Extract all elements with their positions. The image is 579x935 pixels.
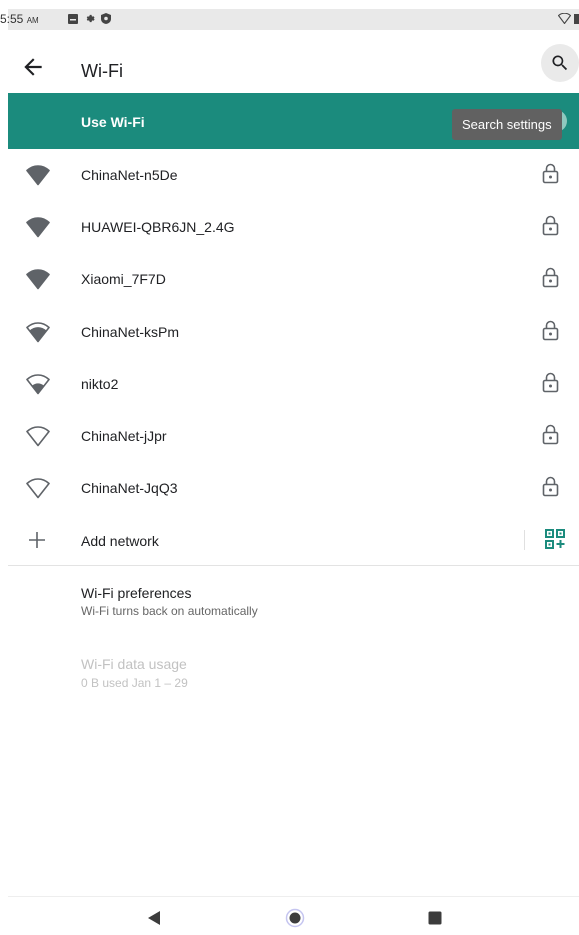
- wifi-signal-1-icon: [26, 426, 50, 447]
- network-name: ChinaNet-jJpr: [81, 427, 167, 444]
- network-row[interactable]: ChinaNet-jJpr: [8, 410, 579, 462]
- wifi-signal-1-icon: [26, 478, 50, 499]
- network-name: Xiaomi_7F7D: [81, 271, 166, 288]
- gear-icon: [86, 14, 95, 23]
- nav-home-icon[interactable]: [285, 908, 305, 928]
- network-row[interactable]: nikto2: [8, 358, 579, 410]
- network-list: ChinaNet-n5De HUAWEI-QBR6JN_2.4G Xiaomi_7F…: [8, 149, 579, 514]
- wifi-signal-2-icon: [26, 373, 50, 395]
- network-name: HUAWEI-QBR6JN_2.4G: [81, 219, 235, 236]
- status-right-icons: [558, 13, 579, 24]
- network-row[interactable]: ChinaNet-JqQ3: [8, 462, 579, 514]
- status-time: 5:55 AM: [0, 12, 39, 26]
- use-wifi-toggle-row[interactable]: Use Wi-Fi Search settings: [8, 93, 579, 149]
- network-name: ChinaNet-JqQ3: [81, 480, 178, 497]
- app-bar: Wi-Fi: [8, 30, 579, 102]
- wifi-preferences-item[interactable]: Wi-Fi preferences Wi-Fi turns back on au…: [81, 585, 531, 618]
- network-name: ChinaNet-n5De: [81, 167, 178, 183]
- qr-code-scanner-icon[interactable]: [545, 529, 565, 549]
- page-title: Wi-Fi: [81, 61, 123, 81]
- wifi-data-usage-subtitle: 0 B used Jan 1 – 29: [81, 676, 188, 690]
- add-network-label: Add network: [81, 533, 159, 549]
- battery-icon: [574, 13, 579, 24]
- network-row[interactable]: HUAWEI-QBR6JN_2.4G: [8, 201, 579, 253]
- wifi-data-usage-title: Wi-Fi data usage: [81, 656, 187, 672]
- network-row[interactable]: Xiaomi_7F7D: [8, 253, 579, 305]
- section-divider: [8, 565, 579, 566]
- divider: [524, 530, 525, 550]
- status-bar: 5:55 AM: [0, 9, 579, 30]
- search-icon: [552, 55, 568, 71]
- search-button[interactable]: [541, 44, 579, 82]
- wifi-preferences-title: Wi-Fi preferences: [81, 585, 192, 601]
- use-wifi-label: Use Wi-Fi: [81, 114, 145, 130]
- wifi-signal-4-icon: [26, 165, 50, 186]
- nav-back-icon[interactable]: [147, 910, 161, 926]
- wifi-signal-3-icon: [26, 321, 50, 342]
- lock-icon: [542, 372, 559, 393]
- lock-icon: [542, 215, 559, 236]
- shield-icon: [101, 13, 111, 24]
- add-network-row[interactable]: Add network: [8, 514, 579, 566]
- nav-recents-icon[interactable]: [428, 911, 442, 925]
- network-row[interactable]: ChinaNet-n5De: [8, 149, 579, 201]
- wifi-preferences-subtitle: Wi-Fi turns back on automatically: [81, 604, 258, 618]
- lock-icon: [542, 320, 559, 340]
- wifi-settings-screen: 5:55 AM Wi-Fi Use Wi-Fi Search settings …: [0, 9, 579, 935]
- arrow-back-icon[interactable]: [20, 54, 46, 80]
- status-icons: [68, 13, 111, 24]
- plus-icon: [29, 532, 45, 548]
- wifi-signal-4-icon: [26, 269, 50, 290]
- lock-icon: [542, 476, 559, 497]
- wifi-signal-4-icon: [26, 217, 50, 238]
- nav-bar-divider: [8, 896, 579, 897]
- lock-icon: [542, 268, 559, 288]
- network-row[interactable]: ChinaNet-ksPm: [8, 306, 579, 358]
- wifi-signal-icon: [558, 13, 571, 24]
- network-name: ChinaNet-ksPm: [81, 323, 180, 340]
- network-name: nikto2: [81, 375, 119, 392]
- search-settings-tooltip: Search settings: [452, 109, 562, 140]
- notification-icon: [68, 13, 78, 24]
- lock-icon: [542, 163, 559, 184]
- wifi-data-usage-item: Wi-Fi data usage 0 B used Jan 1 – 29: [81, 656, 531, 690]
- lock-icon: [542, 424, 559, 445]
